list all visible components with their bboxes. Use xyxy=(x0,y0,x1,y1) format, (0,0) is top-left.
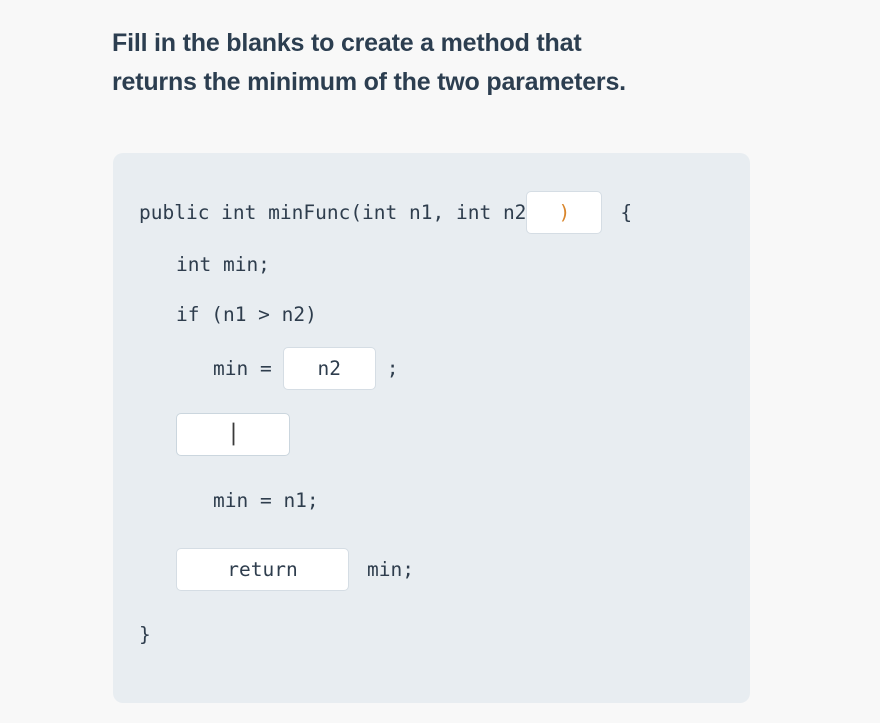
code-token-closing-brace: } xyxy=(139,622,151,646)
code-token-signature-prefix: public int minFunc(int n1, int n2 xyxy=(139,200,527,224)
code-line-assign-n1: min = n1; xyxy=(139,471,740,529)
text-caret xyxy=(232,423,234,445)
code-line-if-condition: if (n1 > n2) xyxy=(139,289,740,339)
blank-input-return[interactable]: return xyxy=(176,547,349,591)
blank-input-else[interactable] xyxy=(176,412,290,456)
code-block: public int minFunc(int n1, int n2 ) { in… xyxy=(139,185,740,659)
code-token-open-brace: { xyxy=(620,200,633,224)
code-line-else-blank xyxy=(139,397,740,471)
code-line-signature: public int minFunc(int n1, int n2 ) { xyxy=(139,185,740,239)
code-token-assign-n1: min = n1; xyxy=(213,488,319,512)
page-title-line-2: returns the minimum of the two parameter… xyxy=(112,68,626,96)
code-token-if-condition: if (n1 > n2) xyxy=(176,302,317,326)
code-line-assign-n2: min = n2 ; xyxy=(139,339,740,397)
page-title: Fill in the blanks to create a method th… xyxy=(112,24,732,102)
code-token-assign-n2-prefix: min = xyxy=(213,356,272,380)
code-token-semicolon: ; xyxy=(386,356,399,380)
code-line-closing-brace: } xyxy=(139,609,740,659)
blank-input-closing-paren[interactable]: ) xyxy=(526,190,603,234)
code-token-declaration: int min; xyxy=(176,252,270,276)
blank-input-n2[interactable]: n2 xyxy=(282,346,376,390)
code-exercise-panel: public int minFunc(int n1, int n2 ) { in… xyxy=(113,153,750,703)
code-token-return-value: min; xyxy=(367,557,414,581)
code-line-return: return min; xyxy=(139,529,740,609)
page-title-line-1: Fill in the blanks to create a method th… xyxy=(112,29,582,57)
code-line-declaration: int min; xyxy=(139,239,740,289)
